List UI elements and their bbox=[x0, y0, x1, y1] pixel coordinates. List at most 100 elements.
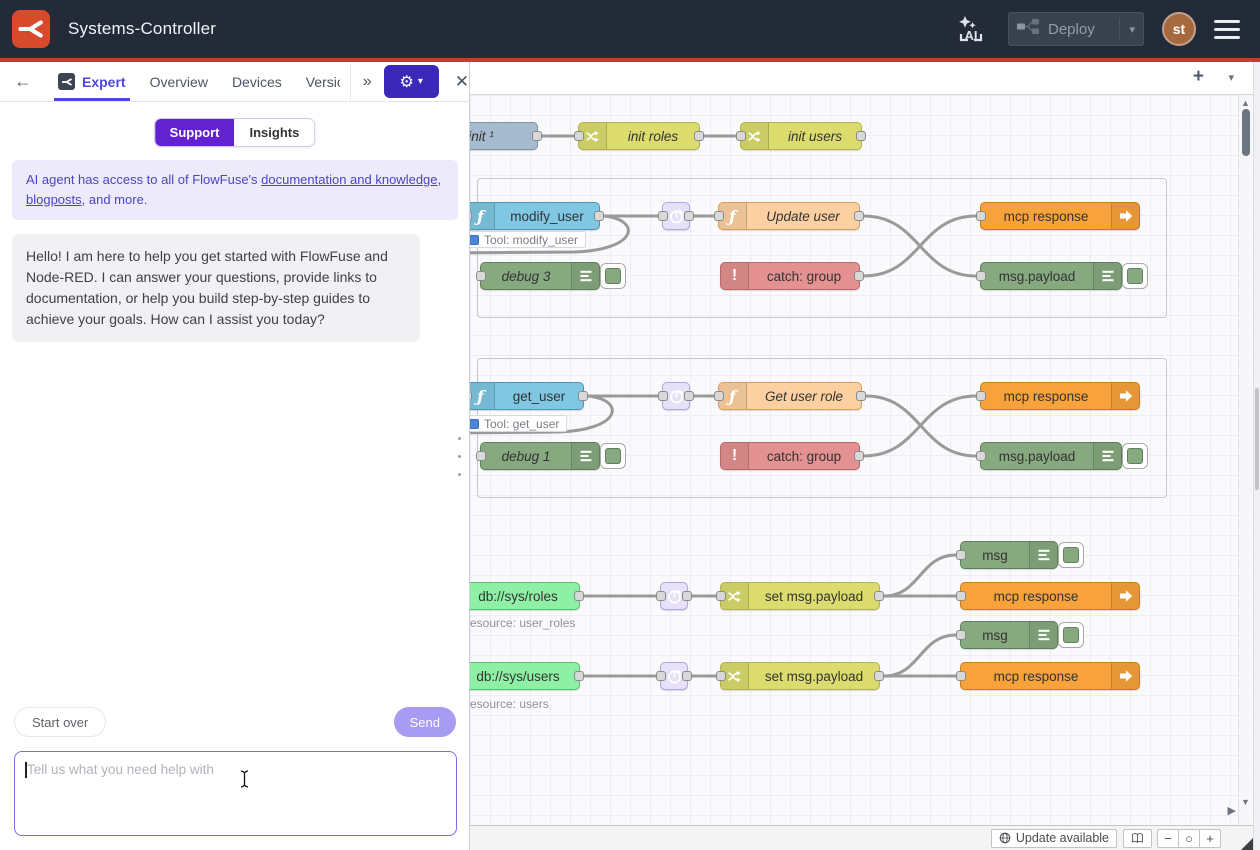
output-port[interactable] bbox=[578, 391, 588, 401]
flow-node-modify_user[interactable]: ƒmodify_user bbox=[470, 202, 600, 230]
flow-node-init_roles[interactable]: init roles bbox=[578, 122, 700, 150]
flow-node-update_user[interactable]: ƒUpdate user bbox=[718, 202, 860, 230]
input-port[interactable] bbox=[658, 391, 668, 401]
zoom-reset-button[interactable]: ○ bbox=[1178, 829, 1200, 848]
output-port[interactable] bbox=[854, 451, 864, 461]
output-port[interactable] bbox=[574, 591, 584, 601]
flow-node-mcp3[interactable]: mcp response bbox=[960, 582, 1140, 610]
input-port[interactable] bbox=[476, 271, 486, 281]
flow-node-init[interactable]: init ¹ bbox=[470, 122, 538, 150]
panel-resize-handle[interactable] bbox=[458, 437, 461, 491]
flow-canvas-grid[interactable]: ▶ init ¹init rolesinit usersƒmodify_user… bbox=[470, 95, 1260, 825]
start-over-button[interactable]: Start over bbox=[14, 707, 106, 737]
output-port[interactable] bbox=[684, 391, 694, 401]
zoom-in-button[interactable]: + bbox=[1199, 829, 1221, 848]
deploy-caret-icon[interactable]: ▾ bbox=[1119, 18, 1135, 40]
user-avatar[interactable]: st bbox=[1162, 12, 1196, 46]
canvas-vertical-scrollbar[interactable]: ▲ ▼ bbox=[1238, 95, 1252, 825]
output-port[interactable] bbox=[684, 211, 694, 221]
input-port[interactable] bbox=[716, 591, 726, 601]
tab-expert[interactable]: Expert bbox=[46, 62, 138, 101]
input-port[interactable] bbox=[976, 271, 986, 281]
flow-node-msg1[interactable]: msg bbox=[960, 541, 1058, 569]
output-port[interactable] bbox=[682, 591, 692, 601]
output-port[interactable] bbox=[856, 391, 866, 401]
tab-versions[interactable]: Versio bbox=[294, 62, 340, 101]
toggle-insights[interactable]: Insights bbox=[234, 119, 314, 146]
input-port[interactable] bbox=[714, 391, 724, 401]
zoom-out-button[interactable]: − bbox=[1157, 829, 1179, 848]
debug-toggle-button[interactable] bbox=[1058, 622, 1084, 648]
output-port[interactable] bbox=[874, 671, 884, 681]
output-port[interactable] bbox=[682, 671, 692, 681]
flow-node-catch2[interactable]: !catch: group bbox=[720, 442, 860, 470]
flow-node-db_roles[interactable]: db://sys/roles bbox=[470, 582, 580, 610]
flow-node-msg2[interactable]: msg bbox=[960, 621, 1058, 649]
flow-list-caret-icon[interactable]: ▾ bbox=[1228, 71, 1234, 84]
flow-node-get_user_role[interactable]: ƒGet user role bbox=[718, 382, 862, 410]
add-flow-icon[interactable]: + bbox=[1193, 66, 1204, 88]
chat-input[interactable] bbox=[14, 751, 457, 836]
input-port[interactable] bbox=[658, 211, 668, 221]
input-port[interactable] bbox=[714, 211, 724, 221]
debug-toggle-button[interactable] bbox=[600, 443, 626, 469]
output-port[interactable] bbox=[694, 131, 704, 141]
flow-node-mcp1[interactable]: mcp response bbox=[980, 202, 1140, 230]
scroll-down-icon[interactable]: ▼ bbox=[1241, 797, 1250, 807]
input-port[interactable] bbox=[956, 671, 966, 681]
flow-node-init_users[interactable]: init users bbox=[740, 122, 862, 150]
output-port[interactable] bbox=[854, 271, 864, 281]
input-port[interactable] bbox=[956, 550, 966, 560]
output-port[interactable] bbox=[532, 131, 542, 141]
input-port[interactable] bbox=[736, 131, 746, 141]
input-port[interactable] bbox=[956, 630, 966, 640]
input-port[interactable] bbox=[976, 391, 986, 401]
flow-node-catch1[interactable]: !catch: group bbox=[720, 262, 860, 290]
input-port[interactable] bbox=[476, 451, 486, 461]
output-port[interactable] bbox=[854, 211, 864, 221]
blogposts-link[interactable]: blogposts bbox=[26, 192, 82, 207]
flowfuse-logo-icon[interactable] bbox=[12, 10, 50, 48]
scrollbar-thumb[interactable] bbox=[1242, 109, 1250, 156]
flow-node-mcp2[interactable]: mcp response bbox=[980, 382, 1140, 410]
input-port[interactable] bbox=[976, 211, 986, 221]
tab-devices[interactable]: Devices bbox=[220, 62, 294, 101]
flow-node-delay2[interactable] bbox=[662, 382, 690, 410]
close-icon[interactable]: ✕ bbox=[455, 72, 469, 92]
flow-node-debug1[interactable]: debug 1 bbox=[480, 442, 600, 470]
flow-node-db_users[interactable]: db://sys/users bbox=[470, 662, 580, 690]
input-port[interactable] bbox=[656, 671, 666, 681]
debug-toggle-button[interactable] bbox=[1058, 542, 1084, 568]
debug-toggle-button[interactable] bbox=[600, 263, 626, 289]
flow-node-set1[interactable]: set msg.payload bbox=[720, 582, 880, 610]
flow-node-delay1[interactable] bbox=[662, 202, 690, 230]
update-available-button[interactable]: Update available bbox=[991, 829, 1117, 848]
flow-node-delay4[interactable] bbox=[660, 662, 688, 690]
assistant-settings-button[interactable]: ⚙ ▾ bbox=[384, 65, 439, 98]
debug-toggle-button[interactable] bbox=[1122, 263, 1148, 289]
flow-node-delay3[interactable] bbox=[660, 582, 688, 610]
output-port[interactable] bbox=[574, 671, 584, 681]
window-scrollbar-thumb[interactable] bbox=[1255, 388, 1259, 490]
output-port[interactable] bbox=[874, 591, 884, 601]
ai-assistant-icon[interactable]: AI bbox=[952, 10, 990, 48]
output-port[interactable] bbox=[594, 211, 604, 221]
input-port[interactable] bbox=[574, 131, 584, 141]
scroll-up-icon[interactable]: ▲ bbox=[1241, 98, 1250, 108]
back-arrow-icon[interactable]: ← bbox=[14, 71, 32, 92]
flow-node-msgpayload2[interactable]: msg.payload bbox=[980, 442, 1122, 470]
flow-node-debug3[interactable]: debug 3 bbox=[480, 262, 600, 290]
input-port[interactable] bbox=[956, 591, 966, 601]
main-menu-icon[interactable] bbox=[1214, 20, 1240, 39]
tab-overflow-icon[interactable]: » bbox=[350, 64, 372, 100]
flow-node-msgpayload1[interactable]: msg.payload bbox=[980, 262, 1122, 290]
output-port[interactable] bbox=[856, 131, 866, 141]
tab-overview[interactable]: Overview bbox=[138, 62, 220, 101]
window-scrollbar[interactable] bbox=[1253, 62, 1260, 850]
flow-node-get_user[interactable]: ƒget_user bbox=[470, 382, 584, 410]
deploy-button[interactable]: Deploy ▾ bbox=[1008, 12, 1144, 46]
send-button[interactable]: Send bbox=[394, 707, 456, 737]
toggle-support[interactable]: Support bbox=[155, 119, 235, 146]
flow-node-mcp4[interactable]: mcp response bbox=[960, 662, 1140, 690]
debug-toggle-button[interactable] bbox=[1122, 443, 1148, 469]
